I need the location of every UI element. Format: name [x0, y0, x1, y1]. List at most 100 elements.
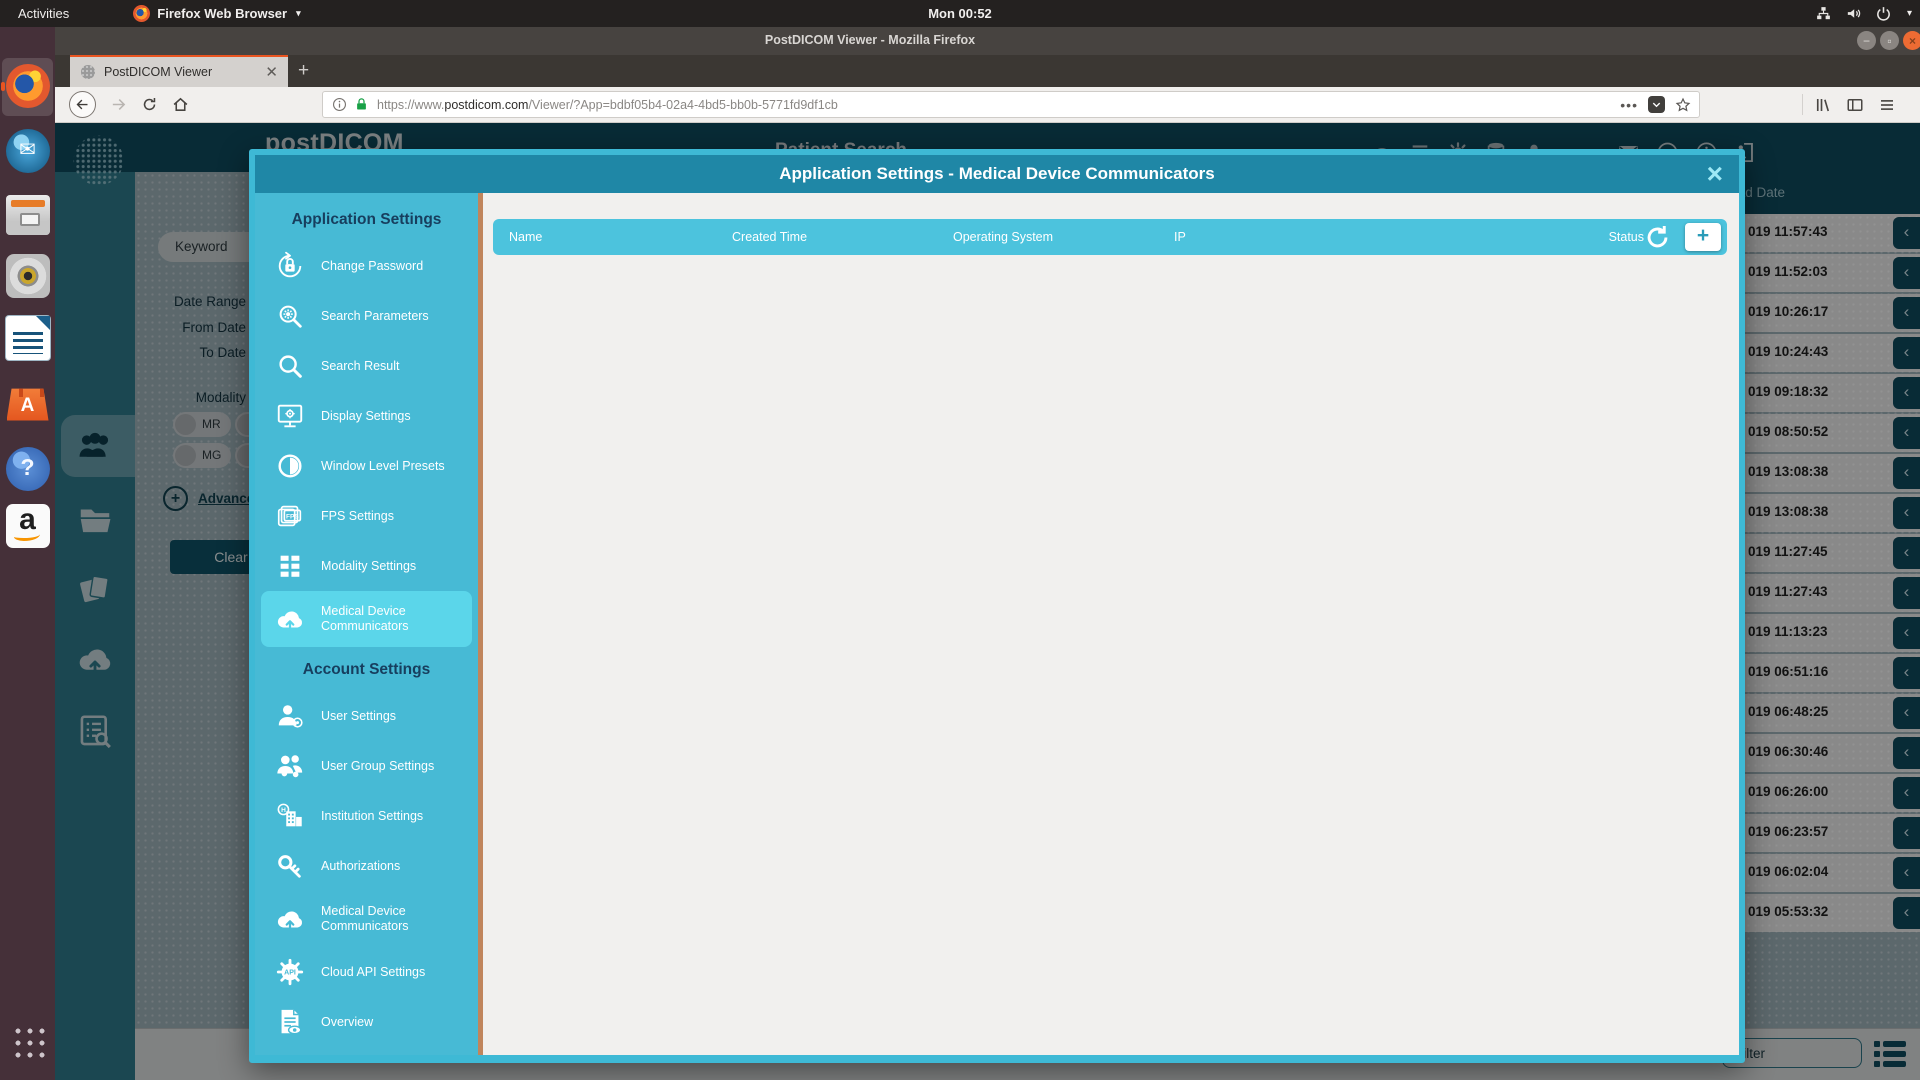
reload-button[interactable]	[141, 96, 158, 113]
show-applications-button[interactable]	[11, 1024, 45, 1058]
cloud-upload-icon	[275, 604, 305, 634]
ubuntu-software-icon	[7, 383, 49, 421]
minimize-button[interactable]: −	[1857, 31, 1876, 50]
firefox-icon	[6, 64, 50, 108]
help-icon	[6, 447, 50, 491]
refresh-icon[interactable]	[1644, 224, 1671, 251]
modal-titlebar: Application Settings - Medical Device Co…	[255, 155, 1739, 193]
dock	[0, 27, 55, 1080]
dock-firefox[interactable]	[4, 62, 51, 109]
forward-button[interactable]	[110, 96, 127, 113]
window-titlebar[interactable]: PostDICOM Viewer - Mozilla Firefox − ▫ ×	[55, 27, 1920, 55]
url-domain: postdicom.com	[444, 98, 528, 112]
dock-item[interactable]	[4, 127, 51, 174]
settings-sidebar: Application Settings Change Password Sea…	[255, 193, 478, 1055]
settings-menu-item[interactable]: API Cloud API Settings	[255, 947, 478, 997]
cloud-upload-icon	[275, 904, 305, 934]
close-button[interactable]: ×	[1903, 31, 1920, 50]
power-icon[interactable]	[1875, 5, 1892, 22]
tab-title: PostDICOM Viewer	[104, 65, 265, 79]
dock-item[interactable]	[4, 252, 51, 299]
institution-icon: H	[275, 801, 305, 831]
grid-icon	[275, 551, 305, 581]
add-communicator-button[interactable]: +	[1685, 223, 1721, 251]
url-text[interactable]: https://www.postdicom.com/Viewer/?App=bd…	[377, 98, 1620, 112]
column-header[interactable]: IP	[1174, 230, 1609, 244]
svg-text:H: H	[281, 807, 286, 814]
volume-icon[interactable]	[1845, 5, 1862, 22]
user-gear-icon	[275, 701, 305, 731]
thunderbird-icon	[6, 129, 50, 173]
settings-menu-item[interactable]: Modality Settings	[255, 541, 478, 591]
ubuntu-topbar: Activities Firefox Web Browser ▾ Mon 00:…	[0, 0, 1920, 27]
settings-menu-item[interactable]: H Institution Settings	[255, 791, 478, 841]
modal-close-icon[interactable]: ×	[1707, 156, 1723, 192]
settings-menu-item[interactable]: Medical Device Communicators	[255, 891, 478, 947]
settings-menu-item[interactable]: User Group Settings	[255, 741, 478, 791]
dock-item[interactable]	[4, 314, 51, 361]
dock-item[interactable]	[4, 375, 51, 422]
toolbar-separator	[1802, 94, 1803, 115]
rhythmbox-icon	[6, 254, 50, 298]
browser-toolbar: https://www.postdicom.com/Viewer/?App=bd…	[55, 87, 1920, 123]
site-info-icon[interactable]	[332, 97, 347, 112]
lock-refresh-icon	[275, 251, 305, 281]
desktop-screen: Activities Firefox Web Browser ▾ Mon 00:…	[0, 0, 1920, 1080]
settings-menu-item[interactable]: Authorizations	[255, 841, 478, 891]
modal-title: Application Settings - Medical Device Co…	[255, 155, 1739, 193]
account-settings-header: Account Settings	[255, 653, 478, 691]
new-tab-button[interactable]: +	[298, 60, 309, 82]
tab-bar: PostDICOM Viewer ✕ +	[55, 55, 1920, 87]
column-header[interactable]: Created Time	[732, 230, 953, 244]
gear-api-icon: API	[275, 957, 305, 987]
key-icon	[275, 851, 305, 881]
clock[interactable]: Mon 00:52	[0, 6, 1920, 21]
application-settings-header: Application Settings	[255, 203, 478, 241]
hamburger-menu-icon[interactable]	[1878, 96, 1896, 114]
fps-pages-icon: FPS	[275, 501, 305, 531]
search-icon	[275, 351, 305, 381]
network-icon[interactable]	[1815, 5, 1832, 22]
svg-text:FPS: FPS	[286, 513, 299, 520]
tab-postdicom-viewer[interactable]: PostDICOM Viewer ✕	[70, 55, 288, 87]
settings-modal: Application Settings - Medical Device Co…	[249, 149, 1745, 1063]
url-bar[interactable]: https://www.postdicom.com/Viewer/?App=bd…	[322, 91, 1700, 118]
page-actions-icon[interactable]: •••	[1620, 97, 1638, 113]
settings-menu-item[interactable]: Change Password	[255, 241, 478, 291]
home-button[interactable]	[172, 96, 189, 113]
column-header[interactable]: Name	[509, 230, 732, 244]
sidebar-toggle-icon[interactable]	[1846, 96, 1864, 114]
settings-menu-item[interactable]: Overview	[255, 997, 478, 1047]
dock-item[interactable]	[4, 502, 51, 549]
pocket-save-icon[interactable]	[1648, 96, 1665, 113]
settings-menu-item[interactable]: Window Level Presets	[255, 441, 478, 491]
svg-text:API: API	[284, 970, 296, 977]
communicators-table-area: NameCreated TimeOperating SystemIPStatus…	[483, 193, 1739, 1055]
amazon-icon	[6, 504, 50, 548]
settings-menu-item[interactable]: Display Settings	[255, 391, 478, 441]
settings-menu-item[interactable]: FPS FPS Settings	[255, 491, 478, 541]
window-title: PostDICOM Viewer - Mozilla Firefox	[655, 33, 1085, 47]
column-header[interactable]: Status	[1609, 230, 1644, 244]
dock-item[interactable]	[4, 445, 51, 492]
padlock-icon[interactable]	[354, 97, 369, 112]
back-button[interactable]	[69, 91, 96, 118]
monitor-gear-icon	[275, 401, 305, 431]
dock-item[interactable]	[4, 189, 51, 236]
tab-favicon-globe-icon	[81, 65, 95, 79]
maximize-button[interactable]: ▫	[1880, 31, 1899, 50]
bookmark-star-icon[interactable]	[1675, 97, 1691, 113]
file-cabinet-icon	[6, 195, 50, 235]
tab-close-icon[interactable]: ✕	[265, 63, 278, 81]
library-icon[interactable]	[1814, 96, 1832, 114]
doc-eye-icon	[275, 1007, 305, 1037]
settings-menu-item[interactable]: Search Parameters	[255, 291, 478, 341]
half-circle-icon	[275, 451, 305, 481]
caret-down-icon[interactable]: ▾	[1907, 8, 1912, 19]
back-arrow-icon	[75, 97, 90, 112]
column-header[interactable]: Operating System	[953, 230, 1174, 244]
settings-menu-item[interactable]: User Settings	[255, 691, 478, 741]
settings-menu-item[interactable]: Medical Device Communicators	[261, 591, 472, 647]
search-gear-icon	[275, 301, 305, 331]
settings-menu-item[interactable]: Search Result	[255, 341, 478, 391]
